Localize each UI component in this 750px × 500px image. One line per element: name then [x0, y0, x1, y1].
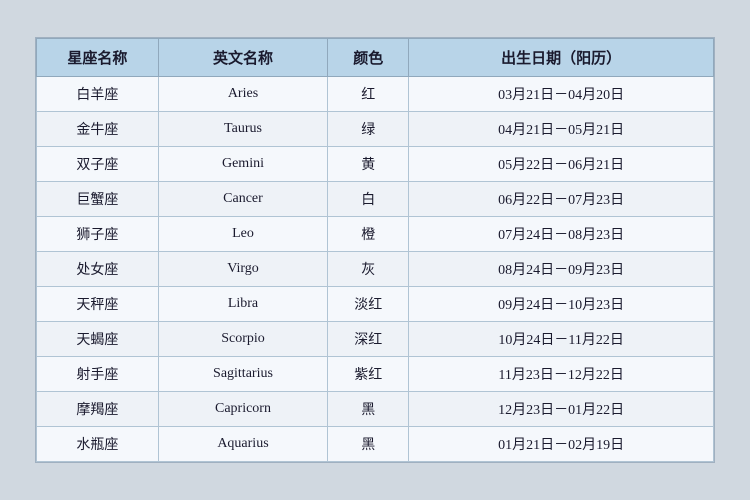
- cell-date: 12月23日－01月22日: [409, 392, 714, 427]
- cell-english: Capricorn: [158, 392, 327, 427]
- cell-date: 05月22日－06月21日: [409, 147, 714, 182]
- cell-date: 04月21日－05月21日: [409, 112, 714, 147]
- cell-date: 01月21日－02月19日: [409, 427, 714, 462]
- table-row: 射手座Sagittarius紫红11月23日－12月22日: [37, 357, 714, 392]
- cell-chinese: 射手座: [37, 357, 159, 392]
- cell-chinese: 白羊座: [37, 77, 159, 112]
- cell-date: 03月21日－04月20日: [409, 77, 714, 112]
- header-chinese: 星座名称: [37, 39, 159, 77]
- cell-chinese: 天秤座: [37, 287, 159, 322]
- cell-date: 08月24日－09月23日: [409, 252, 714, 287]
- cell-color: 紫红: [328, 357, 409, 392]
- cell-color: 深红: [328, 322, 409, 357]
- cell-color: 黑: [328, 392, 409, 427]
- cell-chinese: 金牛座: [37, 112, 159, 147]
- cell-chinese: 巨蟹座: [37, 182, 159, 217]
- cell-chinese: 狮子座: [37, 217, 159, 252]
- cell-english: Gemini: [158, 147, 327, 182]
- cell-english: Scorpio: [158, 322, 327, 357]
- cell-chinese: 处女座: [37, 252, 159, 287]
- cell-color: 红: [328, 77, 409, 112]
- cell-date: 10月24日－11月22日: [409, 322, 714, 357]
- cell-chinese: 双子座: [37, 147, 159, 182]
- table-row: 处女座Virgo灰08月24日－09月23日: [37, 252, 714, 287]
- cell-date: 06月22日－07月23日: [409, 182, 714, 217]
- cell-english: Aquarius: [158, 427, 327, 462]
- cell-color: 淡红: [328, 287, 409, 322]
- table-row: 巨蟹座Cancer白06月22日－07月23日: [37, 182, 714, 217]
- cell-english: Libra: [158, 287, 327, 322]
- cell-chinese: 天蝎座: [37, 322, 159, 357]
- cell-chinese: 水瓶座: [37, 427, 159, 462]
- table-body: 白羊座Aries红03月21日－04月20日金牛座Taurus绿04月21日－0…: [37, 77, 714, 462]
- cell-date: 11月23日－12月22日: [409, 357, 714, 392]
- cell-color: 绿: [328, 112, 409, 147]
- cell-color: 白: [328, 182, 409, 217]
- cell-date: 09月24日－10月23日: [409, 287, 714, 322]
- table-row: 金牛座Taurus绿04月21日－05月21日: [37, 112, 714, 147]
- cell-color: 灰: [328, 252, 409, 287]
- zodiac-table-container: 星座名称 英文名称 颜色 出生日期（阳历） 白羊座Aries红03月21日－04…: [35, 37, 715, 463]
- cell-english: Virgo: [158, 252, 327, 287]
- table-row: 水瓶座Aquarius黑01月21日－02月19日: [37, 427, 714, 462]
- cell-english: Cancer: [158, 182, 327, 217]
- header-date: 出生日期（阳历）: [409, 39, 714, 77]
- cell-color: 黑: [328, 427, 409, 462]
- cell-color: 橙: [328, 217, 409, 252]
- cell-english: Taurus: [158, 112, 327, 147]
- cell-chinese: 摩羯座: [37, 392, 159, 427]
- table-header-row: 星座名称 英文名称 颜色 出生日期（阳历）: [37, 39, 714, 77]
- cell-english: Leo: [158, 217, 327, 252]
- table-row: 双子座Gemini黄05月22日－06月21日: [37, 147, 714, 182]
- table-row: 狮子座Leo橙07月24日－08月23日: [37, 217, 714, 252]
- cell-date: 07月24日－08月23日: [409, 217, 714, 252]
- header-english: 英文名称: [158, 39, 327, 77]
- table-row: 白羊座Aries红03月21日－04月20日: [37, 77, 714, 112]
- cell-english: Aries: [158, 77, 327, 112]
- cell-english: Sagittarius: [158, 357, 327, 392]
- cell-color: 黄: [328, 147, 409, 182]
- table-row: 天秤座Libra淡红09月24日－10月23日: [37, 287, 714, 322]
- table-row: 天蝎座Scorpio深红10月24日－11月22日: [37, 322, 714, 357]
- table-row: 摩羯座Capricorn黑12月23日－01月22日: [37, 392, 714, 427]
- zodiac-table: 星座名称 英文名称 颜色 出生日期（阳历） 白羊座Aries红03月21日－04…: [36, 38, 714, 462]
- header-color: 颜色: [328, 39, 409, 77]
